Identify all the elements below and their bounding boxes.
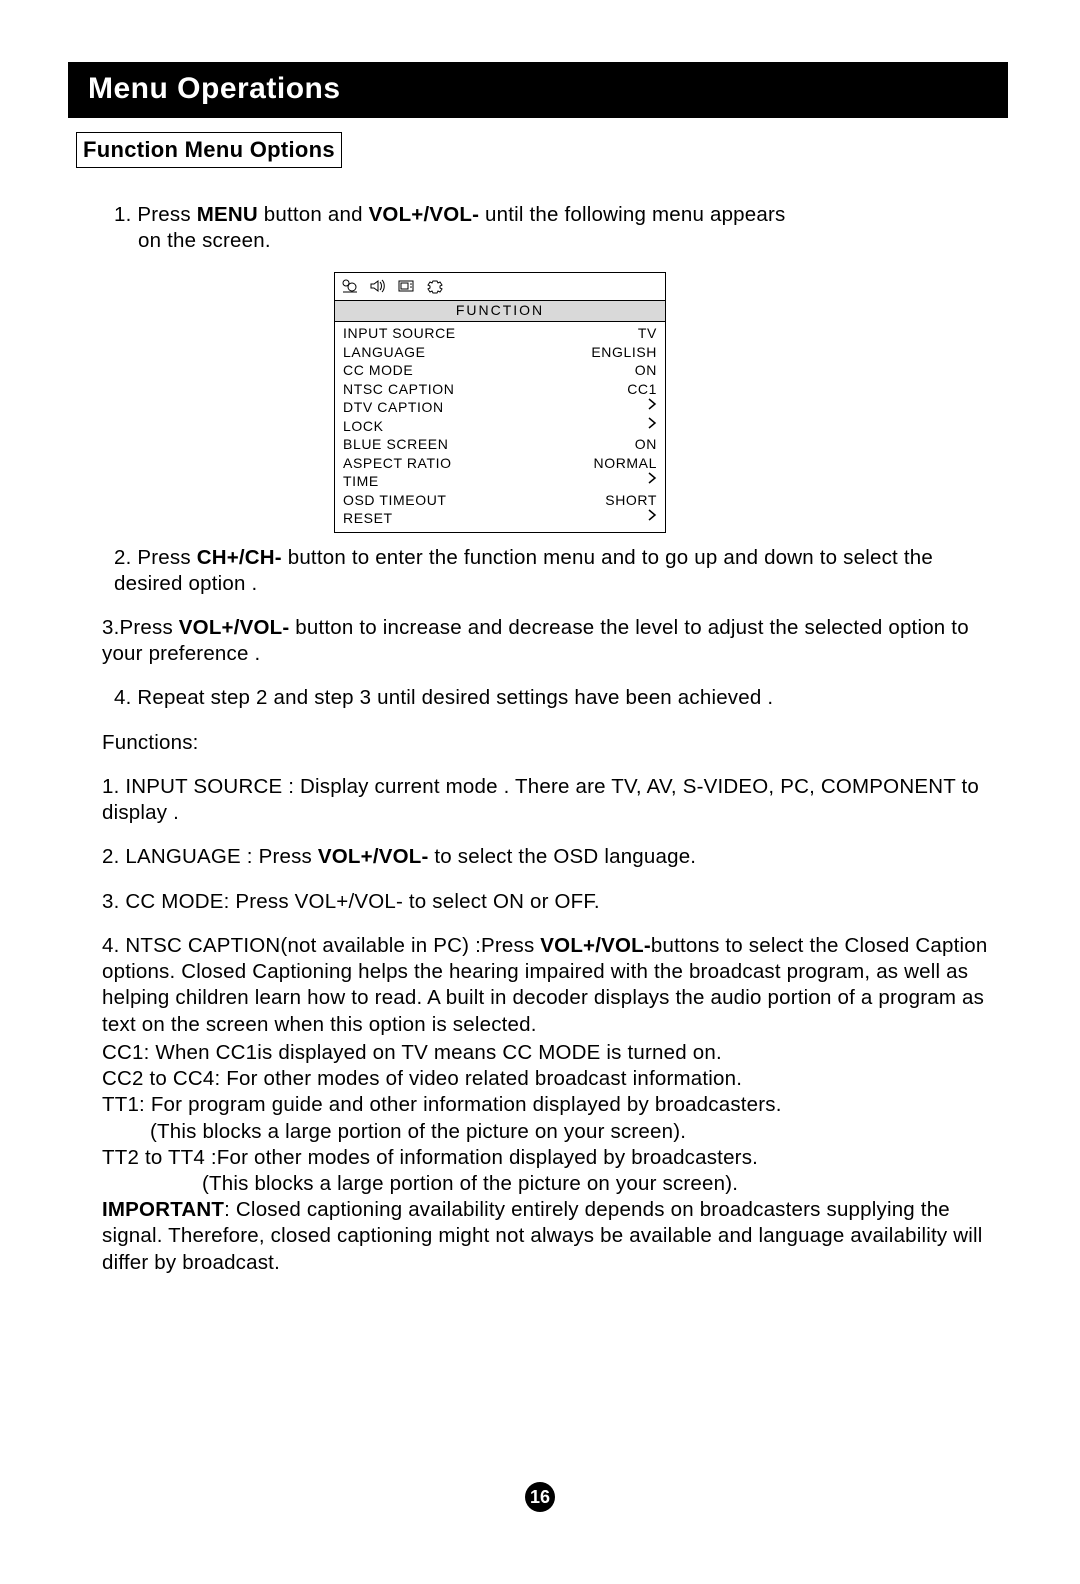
function-3: 3. CC MODE: Press VOL+/VOL- to select ON… xyxy=(102,889,1004,915)
picture-icon xyxy=(341,275,359,301)
menu-label: RESET xyxy=(343,509,393,527)
menu-row: CC MODE ON xyxy=(343,361,657,379)
step-2: 2. Press CH+/CH- button to enter the fun… xyxy=(102,545,1004,597)
menu-value: CC1 xyxy=(627,380,657,398)
text: 1. Press xyxy=(114,203,197,226)
tt1-note: (This blocks a large portion of the pict… xyxy=(102,1119,1004,1145)
menu-value: SHORT xyxy=(605,491,657,509)
text: 3.Press xyxy=(102,616,179,639)
text-bold: VOL+/VOL- xyxy=(369,203,480,226)
menu-label: ASPECT RATIO xyxy=(343,454,452,472)
step-3: 3.Press VOL+/VOL- button to increase and… xyxy=(102,615,1004,667)
text: : Closed captioning availability entirel… xyxy=(102,1198,983,1273)
osd-function-menu: FUNCTION INPUT SOURCE TV LANGUAGE ENGLISH … xyxy=(334,272,666,532)
menu-label: TIME xyxy=(343,472,379,490)
text: until the following menu appears xyxy=(479,203,785,226)
menu-header: FUNCTION xyxy=(334,300,666,322)
menu-row: ASPECT RATIO NORMAL xyxy=(343,454,657,472)
menu-row: LANGUAGE ENGLISH xyxy=(343,343,657,361)
cc1-line: CC1: When CC1is displayed on TV means CC… xyxy=(102,1040,1004,1066)
text-bold: VOL+/VOL- xyxy=(318,845,429,868)
menu-label: LANGUAGE xyxy=(343,343,426,361)
text: 2. Press xyxy=(114,546,197,569)
text: on the screen. xyxy=(114,229,271,252)
menu-value: ENGLISH xyxy=(591,343,657,361)
step-4: 4. Repeat step 2 and step 3 until desire… xyxy=(102,685,1004,711)
content-body: 1. Press MENU button and VOL+/VOL- until… xyxy=(68,168,1008,1276)
menu-body: INPUT SOURCE TV LANGUAGE ENGLISH CC MODE ON… xyxy=(334,322,666,532)
section-title: Menu Operations xyxy=(68,62,1008,118)
step-1: 1. Press MENU button and VOL+/VOL- until… xyxy=(102,202,1004,254)
menu-value: NORMAL xyxy=(594,454,658,472)
text-bold: IMPORTANT xyxy=(102,1198,224,1221)
menu-value: ON xyxy=(635,435,657,453)
tv-icon xyxy=(397,275,415,301)
menu-row: TIME xyxy=(343,472,657,490)
tt1-line: TT1: For program guide and other informa… xyxy=(102,1092,1004,1118)
text-bold: VOL+/VOL- xyxy=(179,616,290,639)
audio-icon xyxy=(369,275,387,301)
menu-row: INPUT SOURCE TV xyxy=(343,324,657,342)
subsection-title: Function Menu Options xyxy=(76,132,342,168)
submenu-arrow-icon xyxy=(647,398,657,416)
menu-label: NTSC CAPTION xyxy=(343,380,454,398)
functions-heading: Functions: xyxy=(102,730,1004,756)
setup-icon xyxy=(425,275,445,301)
text-bold: VOL+/VOL- xyxy=(540,934,651,957)
text-bold: CH+/CH- xyxy=(197,546,282,569)
menu-label: BLUE SCREEN xyxy=(343,435,448,453)
page-number: 16 xyxy=(0,1482,1080,1512)
tt2-line: TT2 to TT4 :For other modes of informati… xyxy=(102,1145,1004,1171)
cc2-line: CC2 to CC4: For other modes of video rel… xyxy=(102,1066,1004,1092)
menu-label: INPUT SOURCE xyxy=(343,324,456,342)
menu-label: OSD TIMEOUT xyxy=(343,491,447,509)
submenu-arrow-icon xyxy=(647,417,657,435)
menu-value: ON xyxy=(635,361,657,379)
menu-tab-icons xyxy=(334,272,666,300)
text-bold: MENU xyxy=(197,203,258,226)
submenu-arrow-icon xyxy=(647,509,657,527)
menu-label: CC MODE xyxy=(343,361,413,379)
text: 4. Repeat step 2 and step 3 until desire… xyxy=(114,686,773,709)
page-number-badge: 16 xyxy=(525,1482,555,1512)
menu-row: LOCK xyxy=(343,417,657,435)
text: button and xyxy=(258,203,369,226)
menu-row: OSD TIMEOUT SHORT xyxy=(343,491,657,509)
text: 4. NTSC CAPTION(not available in PC) :Pr… xyxy=(102,934,540,957)
menu-value: TV xyxy=(638,324,657,342)
menu-row: DTV CAPTION xyxy=(343,398,657,416)
menu-row: NTSC CAPTION CC1 xyxy=(343,380,657,398)
text: to select the OSD language. xyxy=(428,845,696,868)
menu-row: RESET xyxy=(343,509,657,527)
submenu-arrow-icon xyxy=(647,472,657,490)
tt2-note: (This blocks a large portion of the pict… xyxy=(102,1171,1004,1197)
menu-row: BLUE SCREEN ON xyxy=(343,435,657,453)
menu-label: DTV CAPTION xyxy=(343,398,444,416)
function-2: 2. LANGUAGE : Press VOL+/VOL- to select … xyxy=(102,844,1004,870)
menu-label: LOCK xyxy=(343,417,384,435)
function-4: 4. NTSC CAPTION(not available in PC) :Pr… xyxy=(102,933,1004,1038)
important-note: IMPORTANT: Closed captioning availabilit… xyxy=(102,1197,1004,1276)
function-1: 1. INPUT SOURCE : Display current mode .… xyxy=(102,774,1004,826)
text: 2. LANGUAGE : Press xyxy=(102,845,318,868)
